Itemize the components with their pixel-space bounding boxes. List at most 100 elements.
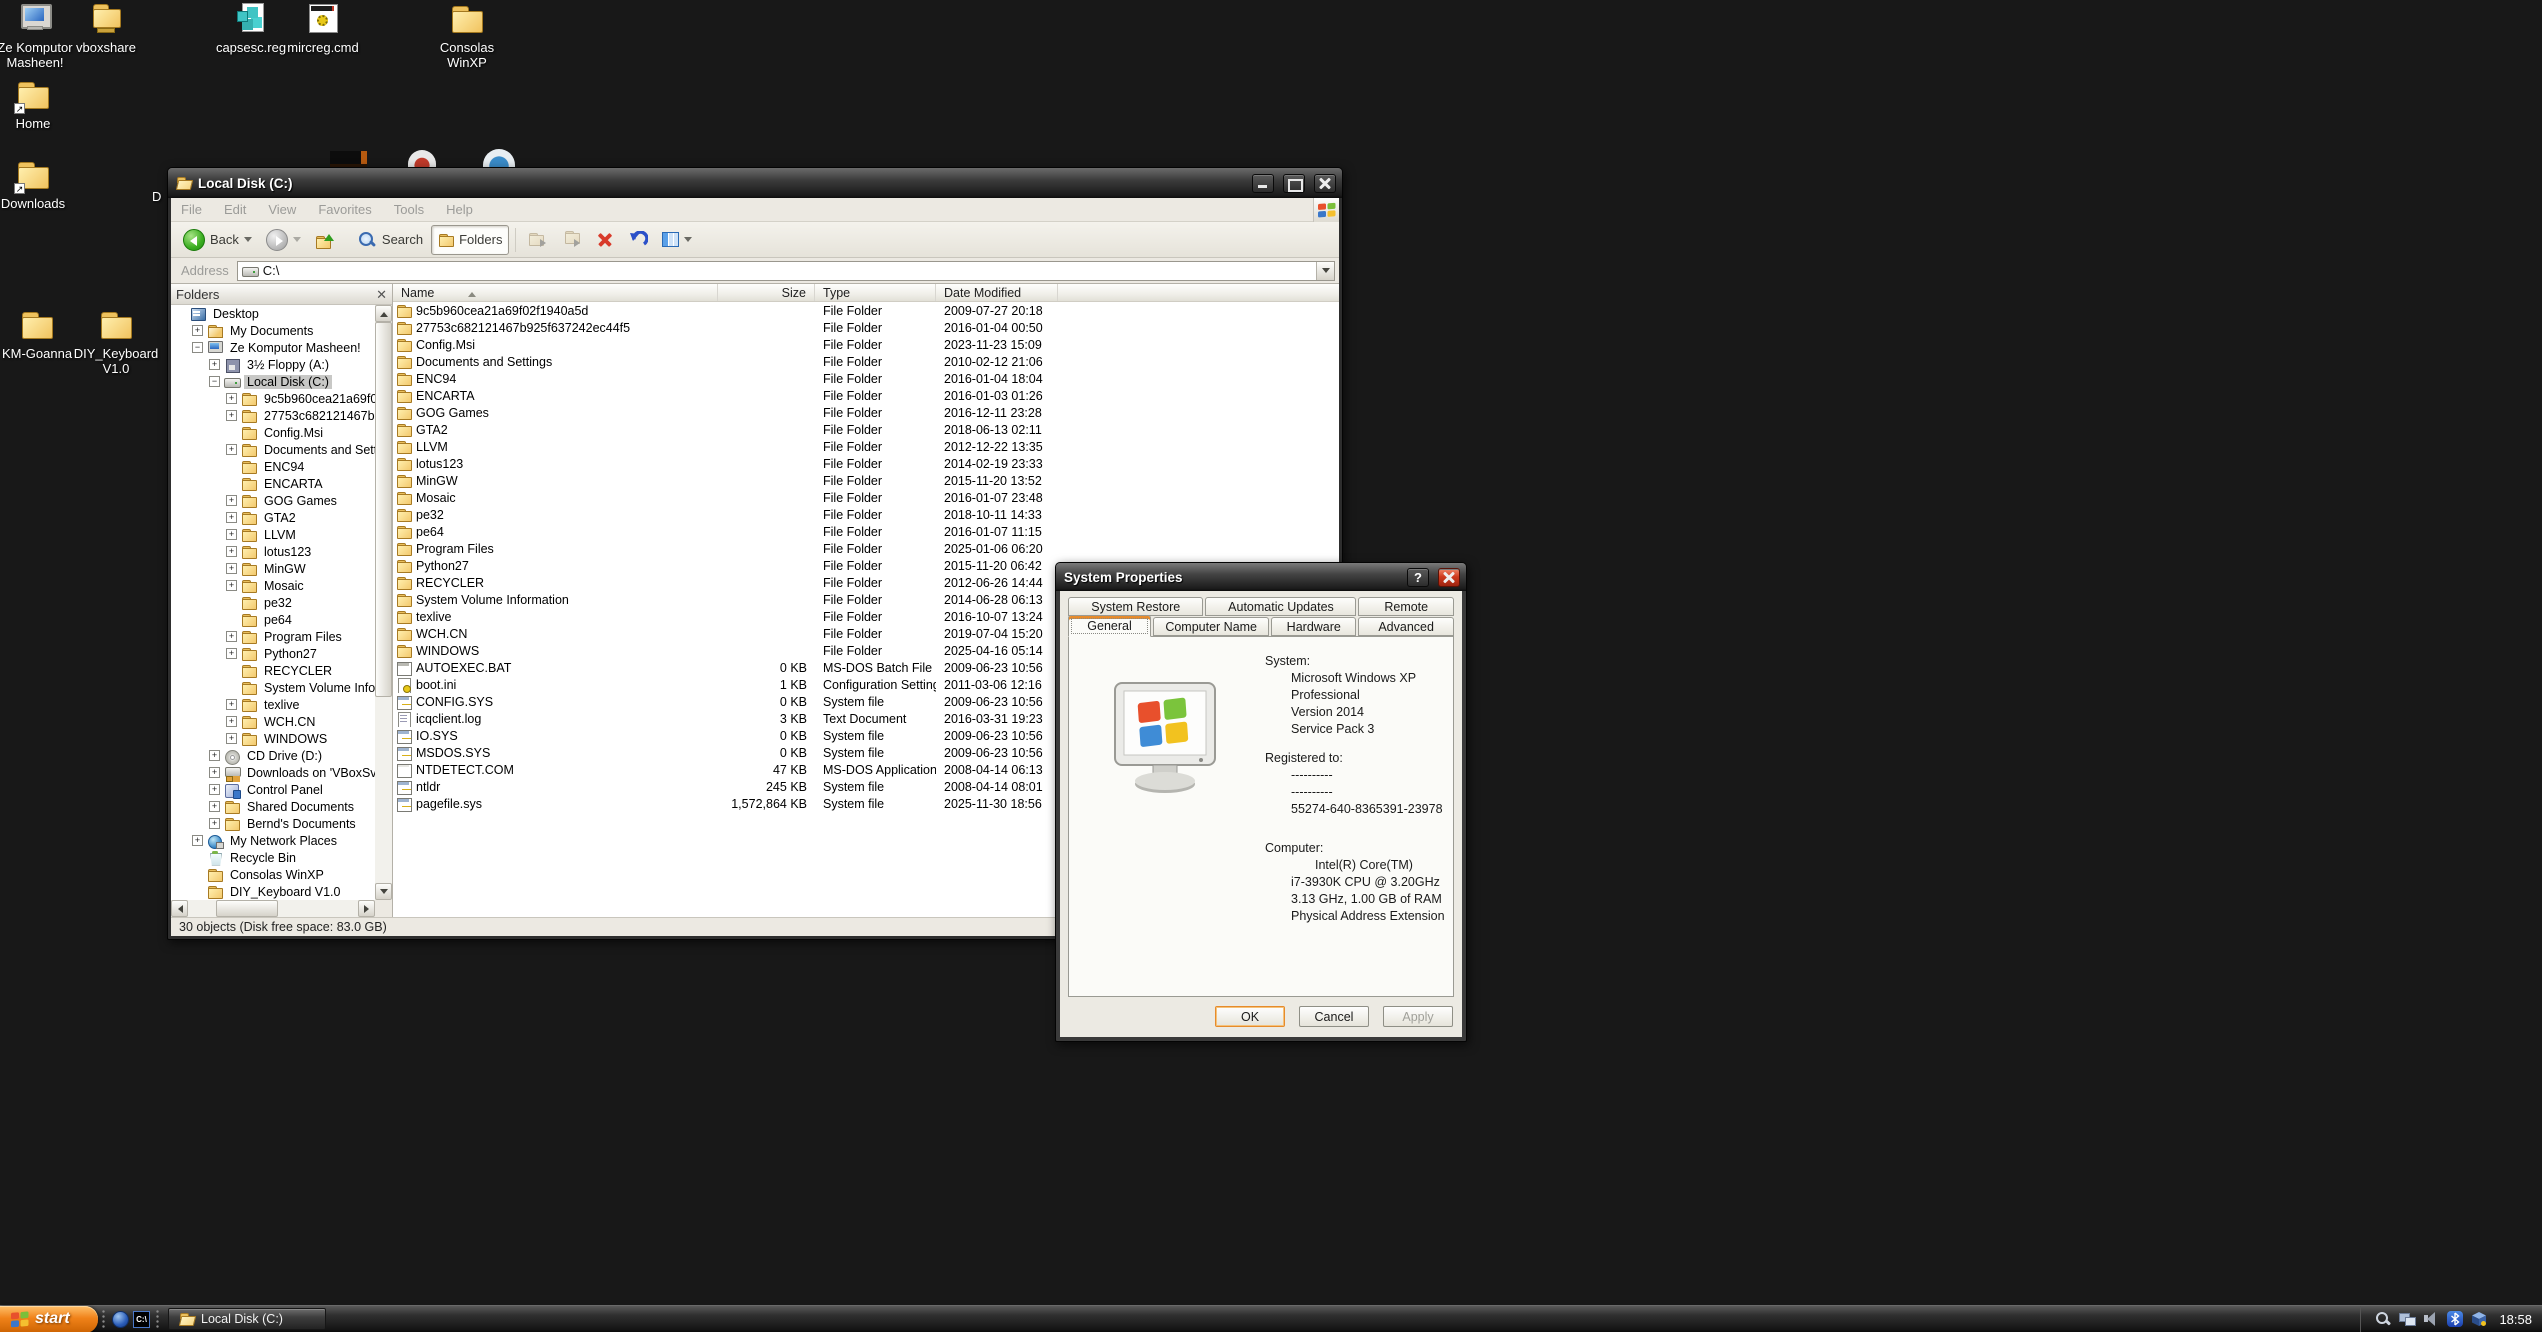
tree-item[interactable]: System Volume Informatio (171, 679, 375, 696)
delete-button[interactable] (590, 225, 620, 255)
expand-icon[interactable]: + (209, 750, 220, 761)
scroll-up-button[interactable] (375, 305, 392, 322)
tree-item[interactable]: Recycle Bin (171, 849, 375, 866)
minimize-button[interactable] (1252, 174, 1274, 193)
desktop-icon-diy-keyboard[interactable]: DIY_Keyboard V1.0 (61, 308, 171, 376)
expand-icon[interactable]: + (226, 563, 237, 574)
menu-item-favorites[interactable]: Favorites (318, 202, 371, 217)
collapse-icon[interactable]: − (209, 376, 220, 387)
cancel-button[interactable]: Cancel (1299, 1006, 1369, 1027)
tree-item[interactable]: +Shared Documents (171, 798, 375, 815)
tree-item[interactable]: +MinGW (171, 560, 375, 577)
expand-icon[interactable]: + (226, 546, 237, 557)
help-button[interactable] (1407, 568, 1429, 587)
browser-quicklaunch-icon[interactable] (112, 1311, 129, 1328)
tree-item[interactable]: +My Network Places (171, 832, 375, 849)
menu-item-file[interactable]: File (181, 202, 202, 217)
column-header-type[interactable]: Type (815, 284, 936, 301)
expand-icon[interactable]: + (226, 444, 237, 455)
menu-item-edit[interactable]: Edit (224, 202, 246, 217)
expand-icon[interactable]: + (226, 410, 237, 421)
tab-hardware[interactable]: Hardware (1271, 617, 1356, 636)
tree-item[interactable]: +My Documents (171, 322, 375, 339)
tree-item[interactable]: +9c5b960cea21a69f02f1940a5d (171, 390, 375, 407)
undo-button[interactable] (622, 225, 654, 255)
partial-desktop-icon-2[interactable] (408, 150, 436, 167)
tree-item[interactable]: +Bernd's Documents (171, 815, 375, 832)
expand-icon[interactable]: + (226, 529, 237, 540)
column-header-date-modified[interactable]: Date Modified (936, 284, 1058, 301)
desktop-icon-home[interactable]: ↗Home (0, 78, 88, 131)
address-input[interactable]: C:\ (237, 261, 1335, 281)
tab-general[interactable]: General (1068, 615, 1151, 637)
file-row[interactable]: pe64File Folder2016-01-07 11:15 (393, 523, 1339, 540)
tree-item[interactable]: Desktop (171, 305, 375, 322)
tab-advanced[interactable]: Advanced (1358, 617, 1454, 636)
ok-button[interactable]: OK (1215, 1006, 1285, 1027)
menu-item-view[interactable]: View (268, 202, 296, 217)
file-row[interactable]: MinGWFile Folder2015-11-20 13:52 (393, 472, 1339, 489)
file-row[interactable]: Documents and SettingsFile Folder2010-02… (393, 353, 1339, 370)
collapse-icon[interactable]: − (192, 342, 203, 353)
desktop-icon-downloads[interactable]: ↗Downloads (0, 158, 88, 211)
expand-icon[interactable]: + (192, 835, 203, 846)
network-tray-icon[interactable] (2399, 1311, 2415, 1327)
tree-item[interactable]: ENCARTA (171, 475, 375, 492)
scroll-left-button[interactable] (171, 900, 188, 917)
file-row[interactable]: GTA2File Folder2018-06-13 02:11 (393, 421, 1339, 438)
menu-item-tools[interactable]: Tools (394, 202, 424, 217)
scroll-right-button[interactable] (358, 900, 375, 917)
file-row[interactable]: lotus123File Folder2014-02-19 23:33 (393, 455, 1339, 472)
expand-icon[interactable]: + (209, 767, 220, 778)
magnifier-tray-icon[interactable] (2375, 1311, 2391, 1327)
up-button[interactable] (309, 225, 341, 255)
menu-item-help[interactable]: Help (446, 202, 473, 217)
tree-item[interactable]: +CD Drive (D:) (171, 747, 375, 764)
tree-item[interactable]: pe64 (171, 611, 375, 628)
tree-item[interactable]: +GOG Games (171, 492, 375, 509)
desktop-icon-mircreg-cmd[interactable]: mircreg.cmd (268, 2, 378, 55)
expand-icon[interactable]: + (226, 699, 237, 710)
expand-icon[interactable]: + (226, 631, 237, 642)
tab-automatic-updates[interactable]: Automatic Updates (1205, 597, 1356, 616)
tree-item[interactable]: +27753c682121467b925f637242ec44f5 (171, 407, 375, 424)
scroll-down-button[interactable] (375, 883, 392, 900)
expand-icon[interactable]: + (209, 801, 220, 812)
tree-item[interactable]: +Documents and Settings (171, 441, 375, 458)
volume-tray-icon[interactable] (2423, 1311, 2439, 1327)
move-to-button[interactable] (522, 225, 554, 255)
maximize-button[interactable] (1283, 174, 1305, 193)
start-button[interactable]: start (0, 1306, 98, 1332)
expand-icon[interactable]: + (226, 733, 237, 744)
forward-dropdown-icon[interactable] (293, 237, 301, 246)
scroll-thumb[interactable] (375, 322, 392, 697)
virtualbox-tray-icon[interactable] (2471, 1311, 2487, 1327)
file-row[interactable]: Config.MsiFile Folder2023-11-23 15:09 (393, 336, 1339, 353)
tree-vertical-scrollbar[interactable] (375, 305, 392, 900)
partial-desktop-icon-1[interactable] (330, 151, 367, 167)
views-dropdown-icon[interactable] (684, 237, 692, 246)
tree-item[interactable]: Consolas WinXP (171, 866, 375, 883)
tree-item[interactable]: +3½ Floppy (A:) (171, 356, 375, 373)
file-row[interactable]: pe32File Folder2018-10-11 14:33 (393, 506, 1339, 523)
file-row[interactable]: ENCARTAFile Folder2016-01-03 01:26 (393, 387, 1339, 404)
partial-desktop-icon-3[interactable] (483, 149, 515, 167)
apply-button[interactable]: Apply (1383, 1006, 1453, 1027)
expand-icon[interactable]: + (226, 580, 237, 591)
back-dropdown-icon[interactable] (244, 237, 252, 246)
tree-item[interactable]: −Local Disk (C:) (171, 373, 375, 390)
tab-system-restore[interactable]: System Restore (1068, 597, 1203, 616)
views-button[interactable] (656, 225, 698, 255)
tree-item[interactable]: +GTA2 (171, 509, 375, 526)
column-header-name[interactable]: Name (393, 284, 718, 301)
dialog-close-button[interactable] (1438, 568, 1460, 587)
tree-horizontal-scrollbar[interactable] (171, 900, 375, 917)
tree-item[interactable]: DIY_Keyboard V1.0 (171, 883, 375, 900)
tree-item[interactable]: RECYCLER (171, 662, 375, 679)
expand-icon[interactable]: + (209, 784, 220, 795)
tab-remote[interactable]: Remote (1358, 597, 1454, 616)
tree-item[interactable]: +texlive (171, 696, 375, 713)
tree-item[interactable]: ENC94 (171, 458, 375, 475)
explorer-titlebar[interactable]: Local Disk (C:) (168, 168, 1342, 198)
forward-button[interactable] (260, 225, 307, 255)
